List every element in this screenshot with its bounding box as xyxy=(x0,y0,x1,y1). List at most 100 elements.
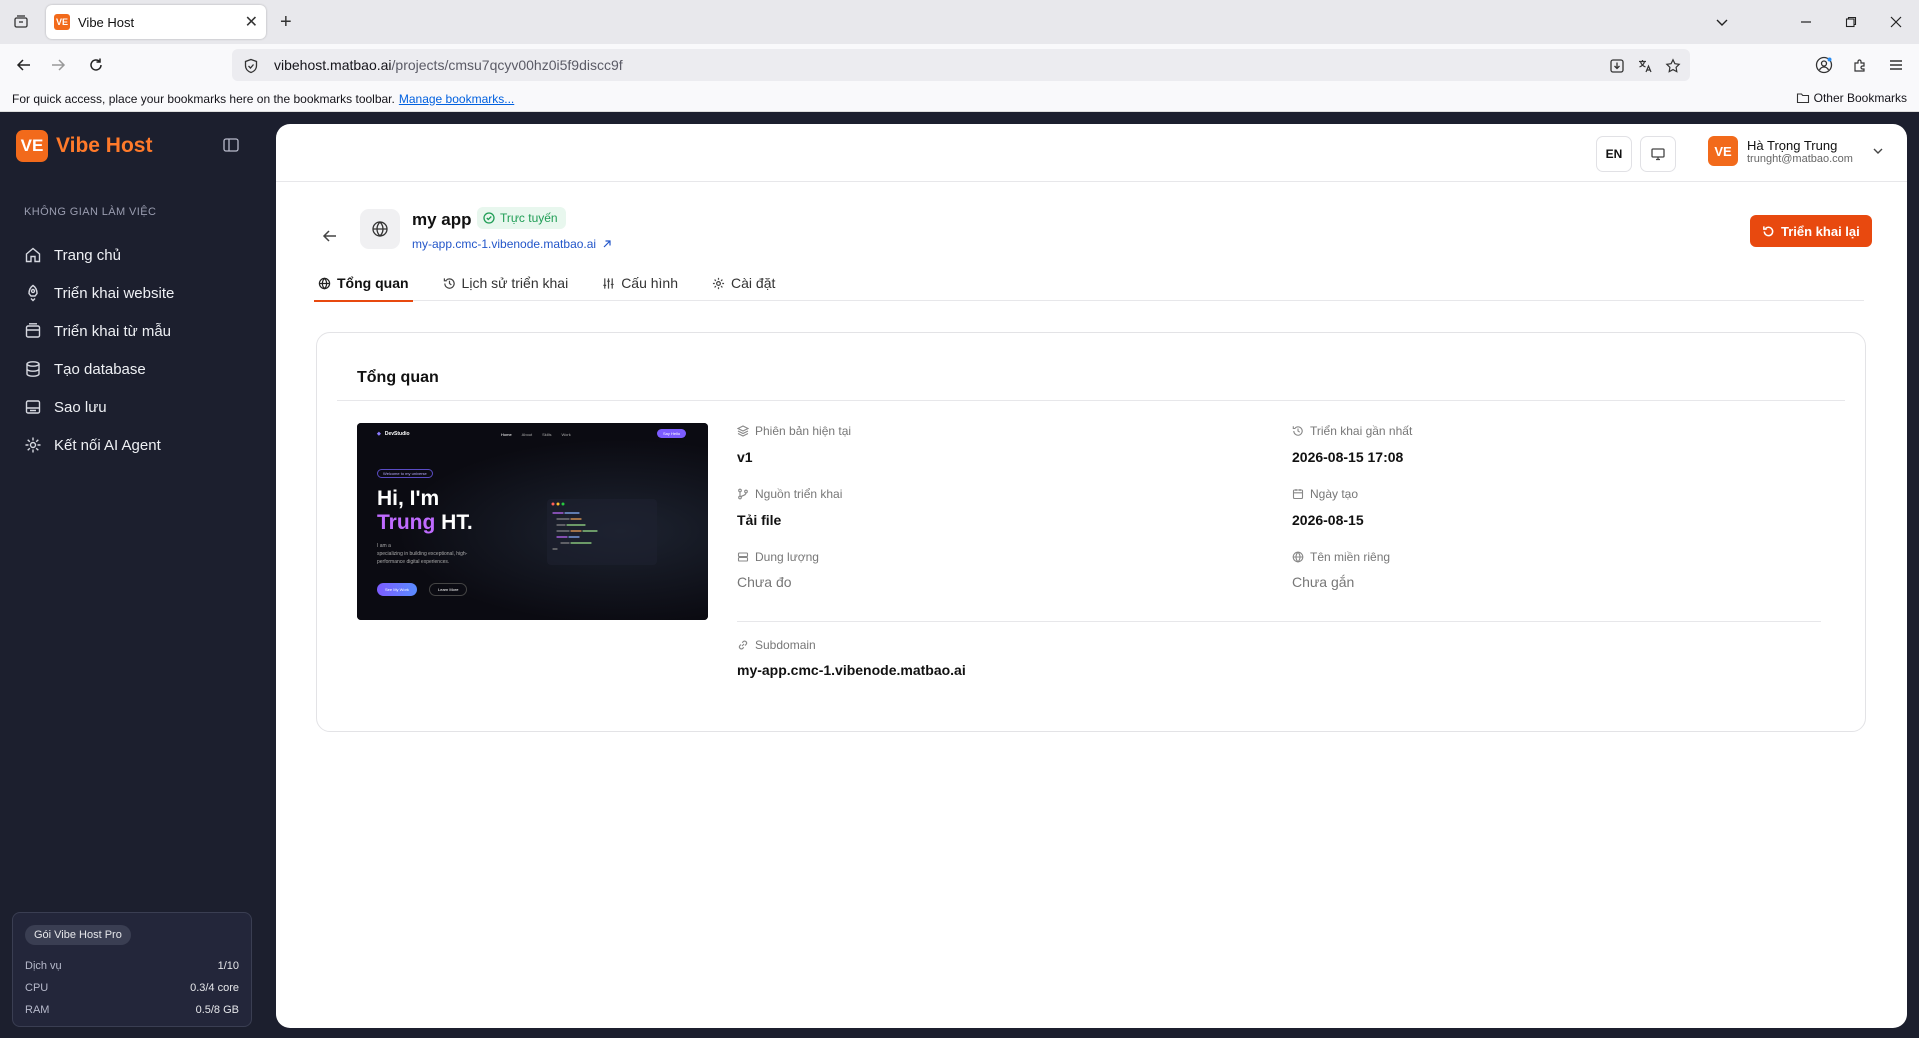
list-all-tabs-icon[interactable] xyxy=(1712,12,1732,32)
ai-agent-icon xyxy=(24,436,42,454)
other-bookmarks-label: Other Bookmarks xyxy=(1813,91,1907,105)
address-bar[interactable]: vibehost.matbao.ai/projects/cmsu7qcyv00h… xyxy=(232,49,1690,81)
last-deploy-label: Triển khai gần nhất xyxy=(1292,424,1412,438)
custom-domain-value: Chưa gắn xyxy=(1292,574,1355,590)
plan-usage-card: Gói Vibe Host Pro Dịch vụ 1/10 CPU 0.3/4 c… xyxy=(12,912,252,1027)
app-globe-icon xyxy=(360,209,400,249)
subdomain-label-text: Subdomain xyxy=(755,638,816,652)
git-branch-icon xyxy=(737,488,749,500)
plan-row-cpu: CPU 0.3/4 core xyxy=(25,977,239,999)
translate-icon[interactable] xyxy=(1636,57,1654,75)
custom-domain-label-text: Tên miền riêng xyxy=(1310,550,1391,564)
minimize-window-icon[interactable] xyxy=(1796,12,1816,32)
preview-cta: Say Hello xyxy=(657,429,687,438)
preview-brand: ◆ DevStudio xyxy=(377,431,410,437)
custom-domain-label: Tên miền riêng xyxy=(1292,550,1390,564)
status-badge: Trực tuyến xyxy=(477,207,566,229)
project-url-link[interactable]: my-app.cmc-1.vibenode.matbao.ai xyxy=(412,237,612,251)
folder-icon xyxy=(1796,91,1810,105)
display-mode-button[interactable] xyxy=(1640,136,1676,172)
source-label-text: Nguồn triển khai xyxy=(755,487,843,501)
other-bookmarks-button[interactable]: Other Bookmarks xyxy=(1796,91,1907,105)
tab-config[interactable]: Cấu hình xyxy=(598,265,682,301)
account-icon[interactable] xyxy=(1812,53,1836,77)
tab-list-icon[interactable] xyxy=(10,11,32,33)
url-host: vibehost.matbao.ai xyxy=(274,57,392,73)
preview-badge: Welcome to my universe xyxy=(377,469,433,478)
sliders-icon xyxy=(602,277,615,290)
sidebar-item-deploy-website[interactable]: Triển khai website xyxy=(24,274,264,312)
app-sidebar: VE Vibe Host KHÔNG GIAN LÀM VIỆC Trang c… xyxy=(0,112,276,1038)
vibehost-favicon: VE xyxy=(54,14,70,30)
back-arrow-icon[interactable] xyxy=(322,228,338,244)
sidebar-item-deploy-template[interactable]: Triển khai từ mẫu xyxy=(24,312,264,350)
divider xyxy=(337,400,1845,401)
globe-icon xyxy=(1292,551,1304,563)
storage-label: Dung lượng xyxy=(737,550,819,564)
sidebar-item-label: Kết nối AI Agent xyxy=(54,436,161,454)
plan-row-label: RAM xyxy=(25,1004,50,1016)
user-info: Hà Trọng Trung trunght@matbao.com xyxy=(1747,138,1853,165)
workspace-section-label: KHÔNG GIAN LÀM VIỆC xyxy=(24,206,157,218)
version-value: v1 xyxy=(737,449,753,465)
save-to-pocket-icon[interactable] xyxy=(1608,57,1626,75)
gear-icon xyxy=(712,277,725,290)
bookmarks-toolbar: For quick access, place your bookmarks h… xyxy=(0,86,1919,112)
close-window-icon[interactable] xyxy=(1886,12,1906,32)
plan-row-ram: RAM 0.5/8 GB xyxy=(25,999,239,1021)
history-icon xyxy=(443,277,456,290)
back-arrow-icon[interactable] xyxy=(12,53,36,77)
check-circle-icon xyxy=(483,212,495,224)
sidebar-item-label: Tạo database xyxy=(54,360,146,378)
browser-tab[interactable]: VE Vibe Host ✕ xyxy=(46,5,266,39)
overview-title: Tổng quan xyxy=(357,369,439,386)
preview-subtext-line: I am a xyxy=(377,543,391,549)
sidebar-item-home[interactable]: Trang chủ xyxy=(24,236,264,274)
preview-headline-initials: HT. xyxy=(441,511,473,534)
last-deploy-label-text: Triển khai gần nhất xyxy=(1310,424,1413,438)
tab-deploy-history[interactable]: Lịch sử triển khai xyxy=(439,265,573,301)
preview-button-learn: Learn More xyxy=(429,583,468,596)
created-value: 2026-08-15 xyxy=(1292,512,1364,528)
user-email: trunght@matbao.com xyxy=(1747,152,1853,165)
project-name: my app xyxy=(412,210,472,229)
version-label-text: Phiên bản hiện tại xyxy=(755,424,852,438)
redeploy-button[interactable]: Triển khai lại xyxy=(1750,215,1872,247)
vibehost-logo[interactable]: VE Vibe Host xyxy=(16,130,152,162)
sidebar-item-create-database[interactable]: Tạo database xyxy=(24,350,264,388)
tab-label: Lịch sử triển khai xyxy=(461,275,569,291)
globe-icon xyxy=(318,277,331,290)
restore-window-icon[interactable] xyxy=(1841,12,1861,32)
tab-title: Vibe Host xyxy=(78,14,135,30)
tab-overview[interactable]: Tổng quan xyxy=(314,265,413,302)
backup-icon xyxy=(24,398,42,416)
reload-icon[interactable] xyxy=(84,53,108,77)
subdomain-value: my-app.cmc-1.vibenode.matbao.ai xyxy=(737,662,966,678)
extensions-puzzle-icon[interactable] xyxy=(1848,53,1872,77)
app-menu-hamburger-icon[interactable] xyxy=(1884,53,1908,77)
close-tab-icon[interactable]: ✕ xyxy=(245,12,258,32)
preview-subtext-line: performance digital experiences. xyxy=(377,559,450,565)
sidebar-item-backup[interactable]: Sao lưu xyxy=(24,388,264,426)
sidebar-item-label: Triển khai từ mẫu xyxy=(54,322,172,340)
last-deploy-value: 2026-08-15 17:08 xyxy=(1292,449,1404,465)
sidebar-item-ai-agent[interactable]: Kết nối AI Agent xyxy=(24,426,264,464)
manage-bookmarks-link[interactable]: Manage bookmarks... xyxy=(399,92,514,106)
user-menu[interactable]: VE Hà Trọng Trung trunght@matbao.com xyxy=(1708,136,1884,166)
monitor-icon xyxy=(1650,146,1666,162)
site-preview-thumbnail[interactable]: ◆ DevStudio Home About Skills Work Say He… xyxy=(357,423,708,620)
site-info-shield-icon[interactable] xyxy=(242,57,260,75)
language-button[interactable]: EN xyxy=(1596,136,1632,172)
preview-nav-item: Home xyxy=(501,432,512,437)
created-label: Ngày tạo xyxy=(1292,487,1358,501)
new-tab-button[interactable]: + xyxy=(280,11,292,34)
bookmark-star-icon[interactable] xyxy=(1664,57,1682,75)
forward-arrow-icon[interactable] xyxy=(46,53,70,77)
tab-settings[interactable]: Cài đặt xyxy=(708,265,779,301)
storage-label-text: Dung lượng xyxy=(755,550,819,564)
plan-row-label: Dịch vụ xyxy=(25,960,62,972)
sidebar-item-label: Trang chủ xyxy=(54,246,121,264)
overview-card: Tổng quan ◆ DevStudio Home About Skills W… xyxy=(316,332,1866,732)
plan-row-services: Dịch vụ 1/10 xyxy=(25,955,239,977)
sidebar-toggle-icon[interactable] xyxy=(222,136,240,154)
